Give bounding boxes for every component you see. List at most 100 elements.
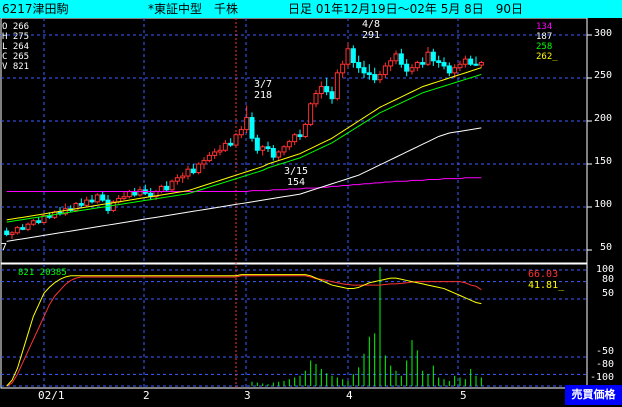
osc-panel-frame: [0, 263, 588, 389]
candle-body: [420, 62, 426, 65]
candle-body: [244, 117, 250, 131]
osc-tick-neg100: -100: [590, 372, 615, 383]
candle-body: [398, 53, 404, 65]
candle-body: [78, 203, 84, 206]
candle-body: [393, 53, 399, 62]
candle-body: [292, 134, 298, 143]
candle-body: [25, 223, 31, 230]
candle-body: [436, 60, 442, 64]
candle-body: [425, 51, 431, 65]
candle-body: [409, 67, 415, 72]
candle-body: [228, 142, 234, 146]
high-value: H 275: [2, 32, 30, 42]
volume-value: V 821: [2, 62, 30, 72]
candle-body: [334, 72, 340, 100]
candle-body: [388, 60, 394, 67]
candle-body: [286, 141, 292, 148]
period-label: 日足 01年12月19日～02年 5月 8日 90日: [288, 2, 524, 16]
candle-body: [324, 86, 330, 93]
ma-yellow-value: 262_: [536, 52, 558, 62]
high-value-label: 291: [361, 30, 381, 41]
candle-body: [281, 146, 287, 153]
candle-body: [329, 91, 335, 100]
y-tick-50: 50: [600, 242, 613, 253]
candle-body: [164, 185, 170, 191]
candle-body: [340, 63, 346, 74]
title-bar: 6217津田駒 *東証中型 千株 日足 01年12月19日～02年 5月 8日 …: [0, 0, 622, 18]
candle-body: [137, 189, 143, 196]
candle-body: [14, 227, 20, 234]
candle-body: [462, 58, 468, 65]
candle-body: [169, 180, 175, 191]
y-tick-100: 100: [594, 199, 613, 210]
x-tick-apr: 4: [346, 389, 353, 402]
candle-body: [20, 227, 26, 230]
x-tick-feb: 2: [143, 389, 150, 402]
osc-yellow-line: [6, 274, 482, 387]
candle-body: [473, 63, 479, 66]
candle-body: [313, 92, 319, 105]
candle-body: [361, 67, 367, 74]
candle-body: [126, 191, 132, 198]
candle-body: [270, 148, 276, 158]
y-tick-150: 150: [594, 156, 613, 167]
osc-info: 821 20385: [18, 268, 67, 278]
candle-body: [366, 72, 372, 76]
candle-body: [308, 103, 314, 125]
candle-body: [457, 63, 463, 69]
stock-code: 6217津田駒: [2, 2, 69, 16]
y-tick-250: 250: [594, 70, 613, 81]
x-tick-jan: 02/1: [38, 389, 65, 402]
peak-date: 3/7: [253, 79, 273, 90]
x-tick-may: 5: [460, 389, 467, 402]
y-tick-300: 300: [594, 28, 613, 39]
candle-body: [30, 220, 36, 225]
candle-body: [158, 185, 164, 193]
candle-body: [446, 65, 452, 74]
candle-body: [452, 67, 458, 74]
candle-body: [212, 151, 218, 156]
candle-body: [260, 146, 266, 151]
candle-body: [185, 168, 191, 177]
candle-body: [9, 232, 15, 236]
candle-body: [430, 51, 436, 62]
candle-body: [318, 86, 324, 94]
stock-chart: [0, 18, 592, 389]
close-value: C 265: [2, 52, 30, 62]
candle-body: [345, 48, 351, 65]
candle-body: [414, 62, 420, 69]
candle-body: [441, 62, 447, 67]
osc-yellow-value: 41.81_: [528, 280, 565, 291]
candle-body: [372, 74, 378, 81]
left-edge-label: 7: [0, 242, 8, 253]
candle-body: [105, 199, 111, 211]
open-value: O 266: [2, 22, 30, 32]
candle-body: [222, 142, 228, 151]
candle-body: [132, 191, 138, 196]
ohlcv-readout: O 266 H 275 L 264 C 265 V 821: [2, 22, 29, 72]
ma-long-line: [6, 177, 482, 193]
y-tick-200: 200: [594, 113, 613, 124]
oscillator-panel: [6, 267, 482, 387]
ma-mid-value: 187: [536, 32, 553, 42]
x-tick-mar: 3: [244, 389, 251, 402]
candle-body: [84, 199, 90, 206]
candle-body: [196, 163, 202, 174]
osc-readout: 66.03 41.81_: [528, 269, 564, 291]
candle-body: [254, 137, 260, 151]
candle-body: [276, 151, 282, 158]
market-label: *東証中型 千株: [148, 2, 239, 16]
candle-body: [180, 175, 186, 179]
candle-body: [478, 62, 484, 66]
candle-body: [249, 117, 255, 139]
osc-tick-50: 50: [602, 288, 615, 299]
candlestick-series: [4, 42, 484, 239]
sell-price-button[interactable]: 売買価格: [565, 385, 622, 405]
candle-body: [201, 160, 207, 165]
peak-value-label: 218: [253, 90, 273, 101]
candle-body: [297, 134, 303, 137]
candle-body: [302, 123, 308, 137]
high-date: 4/8: [361, 19, 381, 30]
ma-mid-line: [6, 127, 482, 242]
osc-red-value: 66.03: [528, 269, 559, 280]
